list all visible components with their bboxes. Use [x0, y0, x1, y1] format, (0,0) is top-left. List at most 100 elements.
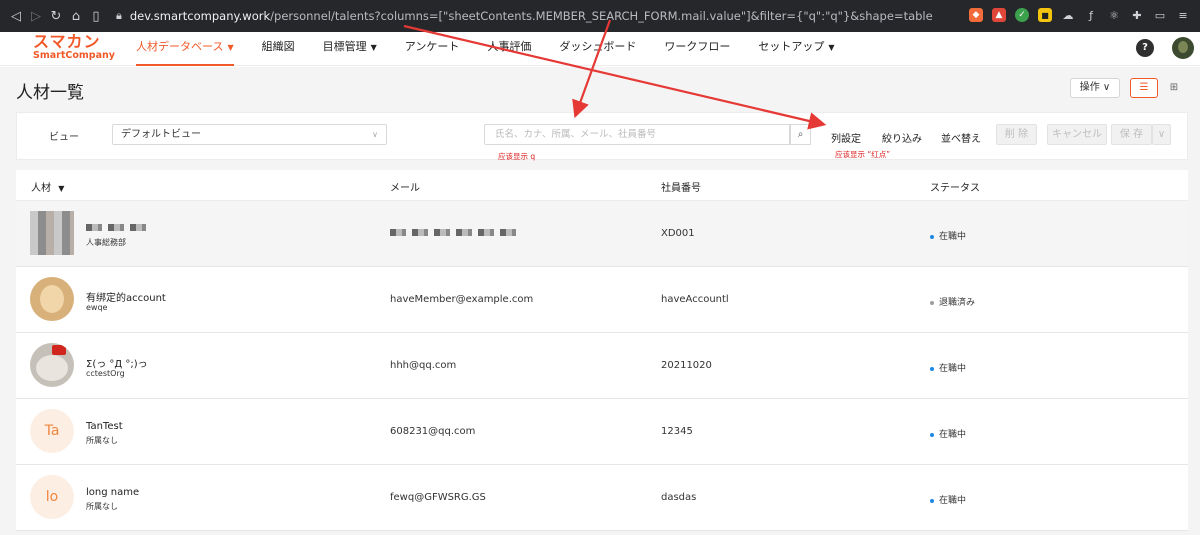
annotation-search: 应该显示 q — [498, 152, 536, 161]
logo-jp: スマカン — [33, 32, 101, 51]
table-row[interactable]: Ta TanTest 所属なし 608231@qq.com 12345 在職中 — [16, 399, 1188, 465]
search-input[interactable] — [484, 124, 790, 145]
nav-item-label: ダッシュボード — [559, 40, 637, 53]
url-host: dev.smartcompany.work — [129, 9, 271, 23]
logo[interactable]: スマカン SmartCompany — [33, 33, 115, 61]
nav-item-label: 人材データベース — [136, 40, 224, 53]
nav-item-label: セットアップ — [758, 40, 825, 53]
talent-name[interactable]: TanTest — [86, 421, 123, 432]
nav-item[interactable]: セットアップ ▼ — [758, 32, 834, 66]
extension-react-icon[interactable]: ⚛ — [1107, 8, 1121, 22]
app-header: スマカン SmartCompany 人材データベース ▼ 組織図 目標管理 ▼ アンケート… — [0, 32, 1200, 66]
header-talent-label: 人材 — [31, 183, 51, 194]
status-dot-icon — [930, 432, 934, 437]
browser-nav: ◁ ▷ ↻ ⌂ ▯ — [6, 9, 106, 24]
table-row[interactable]: 有绑定的account ewqe haveMember@example.com hav… — [16, 267, 1188, 333]
menu-icon[interactable]: ≡ — [1176, 8, 1190, 22]
employee-no-cell: dasdas — [661, 492, 697, 503]
brave-rewards-icon[interactable]: ▲ — [992, 8, 1006, 22]
status-dot-icon — [930, 300, 934, 305]
status-dot-icon — [930, 366, 934, 371]
header-status: ステータス — [930, 183, 980, 194]
status-badge: 在職中 — [930, 361, 966, 374]
sidebar-toggle-icon[interactable]: ▭ — [1153, 8, 1167, 22]
avatar — [30, 211, 74, 255]
nav-item-label: ワークフロー — [664, 40, 731, 53]
status-badge: 在職中 — [930, 493, 966, 506]
status-label: 在職中 — [939, 232, 967, 242]
nav-item[interactable]: 組織図 — [262, 32, 295, 66]
annotation-columns: 应该显示 “红点” — [835, 150, 891, 159]
nav-item[interactable]: 目標管理 ▼ — [323, 32, 377, 66]
nav-item[interactable]: 人材データベース ▼ — [136, 32, 234, 66]
nav-item[interactable]: アンケート — [405, 32, 460, 66]
employee-no-cell: XD001 — [661, 228, 695, 239]
extension-yellow-icon[interactable]: ■ — [1038, 8, 1052, 22]
nav-item-label: アンケート — [404, 40, 460, 53]
lock-icon: 🔒︎ — [116, 9, 122, 22]
save-dropdown-icon[interactable]: ∨ — [1152, 124, 1171, 145]
main-nav: 人材データベース ▼ 組織図 目標管理 ▼ アンケート 人事評価 ダッシュボード ワークフロー セ… — [136, 32, 862, 66]
extensions-puzzle-icon[interactable]: ✚ — [1130, 8, 1144, 22]
delete-button[interactable]: 削 除 — [996, 124, 1037, 145]
view-label: ビュー — [49, 132, 79, 143]
nav-item-label: 人事評価 — [487, 40, 532, 53]
user-avatar[interactable] — [1172, 37, 1194, 59]
sort-caret-icon: ▼ — [58, 184, 65, 193]
employee-no-cell: haveAccountl — [661, 294, 729, 305]
page-title: 人材一覧 — [16, 83, 84, 103]
home-icon[interactable]: ⌂ — [66, 9, 86, 24]
browser-toolbar: ◁ ▷ ↻ ⌂ ▯ 🔒︎ dev.smartcompany.work /pers… — [0, 0, 1200, 32]
filter-link[interactable]: 絞り込み — [882, 130, 922, 145]
chevron-down-icon: ▼ — [227, 43, 234, 52]
extensions-bar: ◆ ▲ ✓ ■ ☁ ƒ ⚛ ✚ ▭ ≡ — [969, 8, 1190, 22]
bookmark-icon[interactable]: ▯ — [86, 9, 106, 24]
status-label: 在職中 — [939, 430, 967, 440]
table-header — [16, 170, 1188, 201]
extension-fx-icon[interactable]: ƒ — [1084, 8, 1098, 22]
column-settings-link[interactable]: 列設定 — [831, 130, 861, 145]
email-cell: haveMember@example.com — [390, 294, 534, 305]
sort-link[interactable]: 並べ替え — [941, 130, 981, 145]
status-dot-icon — [930, 498, 934, 503]
forward-icon[interactable]: ▷ — [26, 9, 46, 24]
talent-org: cctestOrg — [86, 369, 125, 378]
table-row[interactable]: lo long name 所属なし fewq@GFWSRG.GS dasdas 在職中 — [16, 465, 1188, 531]
brave-shield-icon[interactable]: ◆ — [969, 8, 983, 22]
avatar: lo — [30, 475, 74, 519]
email-cell: fewq@GFWSRG.GS — [390, 492, 486, 503]
back-icon[interactable]: ◁ — [6, 9, 26, 24]
grid-view-icon[interactable]: ⊞ — [1160, 78, 1188, 98]
operations-button[interactable]: 操作 ∨ — [1070, 78, 1120, 98]
email-cell: 608231@qq.com — [390, 426, 476, 437]
status-badge: 退職済み — [930, 295, 975, 308]
extension-green-icon[interactable]: ✓ — [1015, 8, 1029, 22]
status-label: 退職済み — [939, 298, 976, 308]
email-cell: hhh@qq.com — [390, 360, 457, 371]
view-select[interactable]: デフォルトビュー ∨ — [112, 124, 387, 145]
help-icon[interactable]: ? — [1136, 39, 1154, 57]
url-path: /personnel/talents?columns=["sheetConten… — [270, 9, 933, 23]
talent-name[interactable] — [86, 223, 146, 234]
employee-no-cell: 12345 — [661, 426, 693, 437]
nav-item-label: 組織図 — [261, 40, 295, 53]
cancel-button[interactable]: キャンセル — [1047, 124, 1107, 145]
talent-org: 人事総務部 — [86, 238, 126, 247]
header-talent[interactable]: 人材 ▼ — [31, 179, 64, 194]
nav-item[interactable]: ダッシュボード — [559, 32, 636, 66]
status-badge: 在職中 — [930, 427, 966, 440]
address-bar[interactable]: 🔒︎ dev.smartcompany.work /personnel/tale… — [116, 5, 1016, 27]
talent-name[interactable]: Σ(っ °Д °;)っ — [86, 355, 148, 370]
status-label: 在職中 — [939, 496, 967, 506]
nav-item[interactable]: ワークフロー — [664, 32, 730, 66]
talent-name[interactable]: long name — [86, 487, 139, 498]
list-view-icon[interactable]: ☰ — [1130, 78, 1158, 98]
extension-cloud-icon[interactable]: ☁ — [1061, 8, 1075, 22]
save-button[interactable]: 保 存 — [1111, 124, 1152, 145]
table-row[interactable]: 人事総務部 XD001 在職中 — [16, 201, 1188, 267]
table-row[interactable]: Σ(っ °Д °;)っ cctestOrg hhh@qq.com 20211020 在職… — [16, 333, 1188, 399]
search-icon[interactable]: ⌕ — [790, 124, 811, 145]
talent-name[interactable]: 有绑定的account — [86, 289, 166, 304]
nav-item[interactable]: 人事評価 — [487, 32, 531, 66]
reload-icon[interactable]: ↻ — [46, 9, 66, 24]
